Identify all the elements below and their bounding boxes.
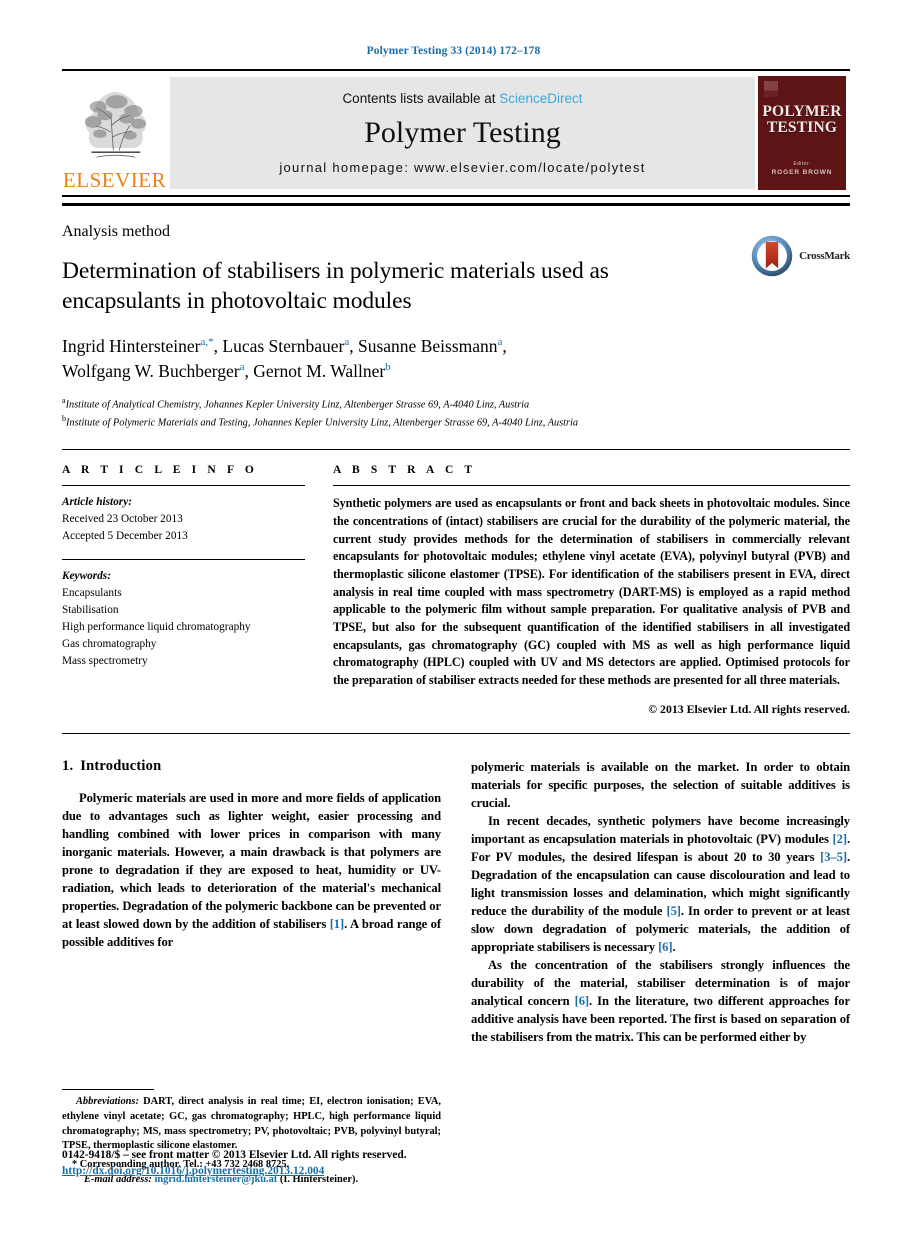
cover-title-line2: TESTING [766, 118, 838, 136]
article-history: Article history: Received 23 October 201… [62, 494, 305, 545]
affiliation-list: aInstitute of Analytical Chemistry, Joha… [62, 395, 850, 432]
cover-editor-name: ROGER BROWN [771, 168, 833, 176]
paper-page: Polymer Testing 33 (2014) 172–178 ELSEVI… [0, 0, 907, 1238]
article-title: Determination of stabilisers in polymeri… [62, 258, 609, 314]
journal-masthead: ELSEVIER Contents lists available at Sci… [62, 69, 850, 197]
paragraph: polymeric materials is available on the … [471, 759, 850, 810]
cover-editor-label: Editor: [793, 160, 811, 167]
footnote-abbreviations: Abbreviations: DART, direct analysis in … [62, 1095, 441, 1154]
keywords-rule [62, 559, 305, 561]
abstract-column: A B S T R A C T Synthetic polymers are u… [333, 464, 850, 716]
body-column-left: 1. Introduction Polymeric materials are u… [62, 758, 441, 1188]
section-title: Introduction [80, 757, 162, 774]
author-affil-marker: b [385, 361, 391, 374]
abstract-heading: A B S T R A C T [333, 464, 477, 477]
body-columns: 1. Introduction Polymeric materials are u… [62, 758, 850, 1188]
abstract-text: Synthetic polymers are used as encapsula… [333, 496, 850, 687]
abstract-rule [333, 485, 850, 487]
abstract-block-bottom-rule [62, 732, 850, 734]
cover-editor: Editor: ROGER BROWN [772, 160, 833, 178]
author-name: Gernot M. Wallner [253, 361, 386, 382]
affiliation-item: bInstitute of Polymeric Materials and Te… [62, 413, 850, 431]
article-header: Analysis method CrossMark Determination … [62, 206, 850, 431]
keyword-item: Gas chromatography [62, 637, 157, 650]
article-info-rule [62, 485, 305, 487]
cover-title-line1: POLYMER [762, 103, 842, 120]
elsevier-wordmark: ELSEVIER [62, 168, 167, 192]
author-affil-marker: a [497, 336, 503, 349]
paragraph: Polymeric materials are used in more and… [62, 789, 441, 951]
keyword-item: Encapsulants [62, 587, 122, 600]
article-history-label: Article history: [62, 496, 132, 509]
page-footer: 0142-9418/$ – see front matter © 2013 El… [62, 1147, 562, 1180]
sciencedirect-link[interactable]: ScienceDirect [499, 91, 582, 106]
paragraph-text: Polymeric materials are used in more and… [62, 790, 441, 931]
footnote-rule [62, 1089, 154, 1090]
running-head: Polymer Testing 33 (2014) 172–178 [366, 45, 541, 57]
elsevier-tree-icon [84, 91, 146, 158]
author-affil-marker: a [344, 336, 350, 349]
crossmark-label: CrossMark [799, 250, 850, 262]
paragraph-text: In recent decades, synthetic polymers ha… [471, 813, 850, 846]
cover-title: POLYMER TESTING [762, 104, 841, 136]
author-affil-marker: a, [200, 336, 209, 349]
abstract-copyright: © 2013 Elsevier Ltd. All rights reserved… [648, 701, 850, 716]
keywords-block: Keywords: Encapsulants Stabilisation Hig… [62, 568, 305, 670]
article-info-heading: A R T I C L E I N F O [62, 464, 258, 477]
keyword-item: High performance liquid chromatography [62, 621, 251, 633]
contents-available-line: Contents lists available at ScienceDirec… [342, 91, 582, 106]
article-section-kind: Analysis method [62, 223, 170, 240]
citation-ref[interactable]: [5] [667, 904, 681, 918]
section-heading-introduction: 1. Introduction [62, 758, 441, 775]
article-accepted-date: Accepted 5 December 2013 [62, 530, 188, 543]
crossmark-badge[interactable]: CrossMark [750, 234, 850, 278]
info-abstract-grid: A R T I C L E I N F O Article history: R… [62, 450, 850, 716]
paragraph: As the concentration of the stabilisers … [471, 956, 850, 1046]
paragraph-text-cont: . [672, 939, 676, 954]
journal-cover-thumbnail: POLYMER TESTING Editor: ROGER BROWN [758, 76, 846, 190]
author-name: Wolfgang W. Buchberger [62, 361, 240, 382]
citation-ref[interactable]: [3–5] [820, 850, 847, 864]
keyword-item: Mass spectrometry [62, 654, 148, 667]
corresponding-author-marker[interactable]: * [208, 336, 214, 348]
article-info-column: A R T I C L E I N F O Article history: R… [62, 464, 305, 716]
journal-title: Polymer Testing [364, 116, 561, 149]
keyword-item: Stabilisation [62, 604, 119, 617]
author-name: Ingrid Hintersteiner [62, 335, 201, 356]
journal-band: Contents lists available at ScienceDirec… [170, 77, 755, 189]
issn-copyright-line: 0142-9418/$ – see front matter © 2013 El… [62, 1148, 407, 1161]
citation-ref[interactable]: [6] [658, 940, 672, 954]
keywords-label: Keywords: [62, 570, 111, 583]
author-list: Ingrid Hintersteinera,*, Lucas Sternbaue… [62, 335, 507, 382]
author-name: Susanne Beissmann [358, 335, 498, 356]
author-affil-marker: a [239, 361, 245, 374]
section-number: 1. [62, 757, 74, 774]
elsevier-logo: ELSEVIER [62, 71, 167, 195]
journal-homepage[interactable]: journal homepage: www.elsevier.com/locat… [279, 160, 645, 175]
paragraph: In recent decades, synthetic polymers ha… [471, 812, 850, 956]
cover-elsevier-mark-icon [764, 81, 778, 97]
contents-prefix: Contents lists available at [342, 91, 500, 106]
affiliation-text: Institute of Polymeric Materials and Tes… [66, 417, 579, 429]
article-received-date: Received 23 October 2013 [62, 513, 183, 526]
citation-ref[interactable]: [2] [833, 832, 847, 846]
body-column-right: polymeric materials is available on the … [471, 758, 850, 1188]
affiliation-item: aInstitute of Analytical Chemistry, Joha… [62, 395, 850, 413]
affiliation-text: Institute of Analytical Chemistry, Johan… [65, 399, 530, 411]
author-name: Lucas Sternbauer [222, 335, 345, 356]
doi-link[interactable]: http://dx.doi.org/10.1016/j.polymertesti… [62, 1163, 562, 1180]
citation-ref[interactable]: [6] [575, 994, 589, 1008]
citation-ref[interactable]: [1] [330, 917, 344, 931]
crossmark-icon [751, 235, 793, 277]
abbreviations-label: Abbreviations: [76, 1096, 139, 1107]
